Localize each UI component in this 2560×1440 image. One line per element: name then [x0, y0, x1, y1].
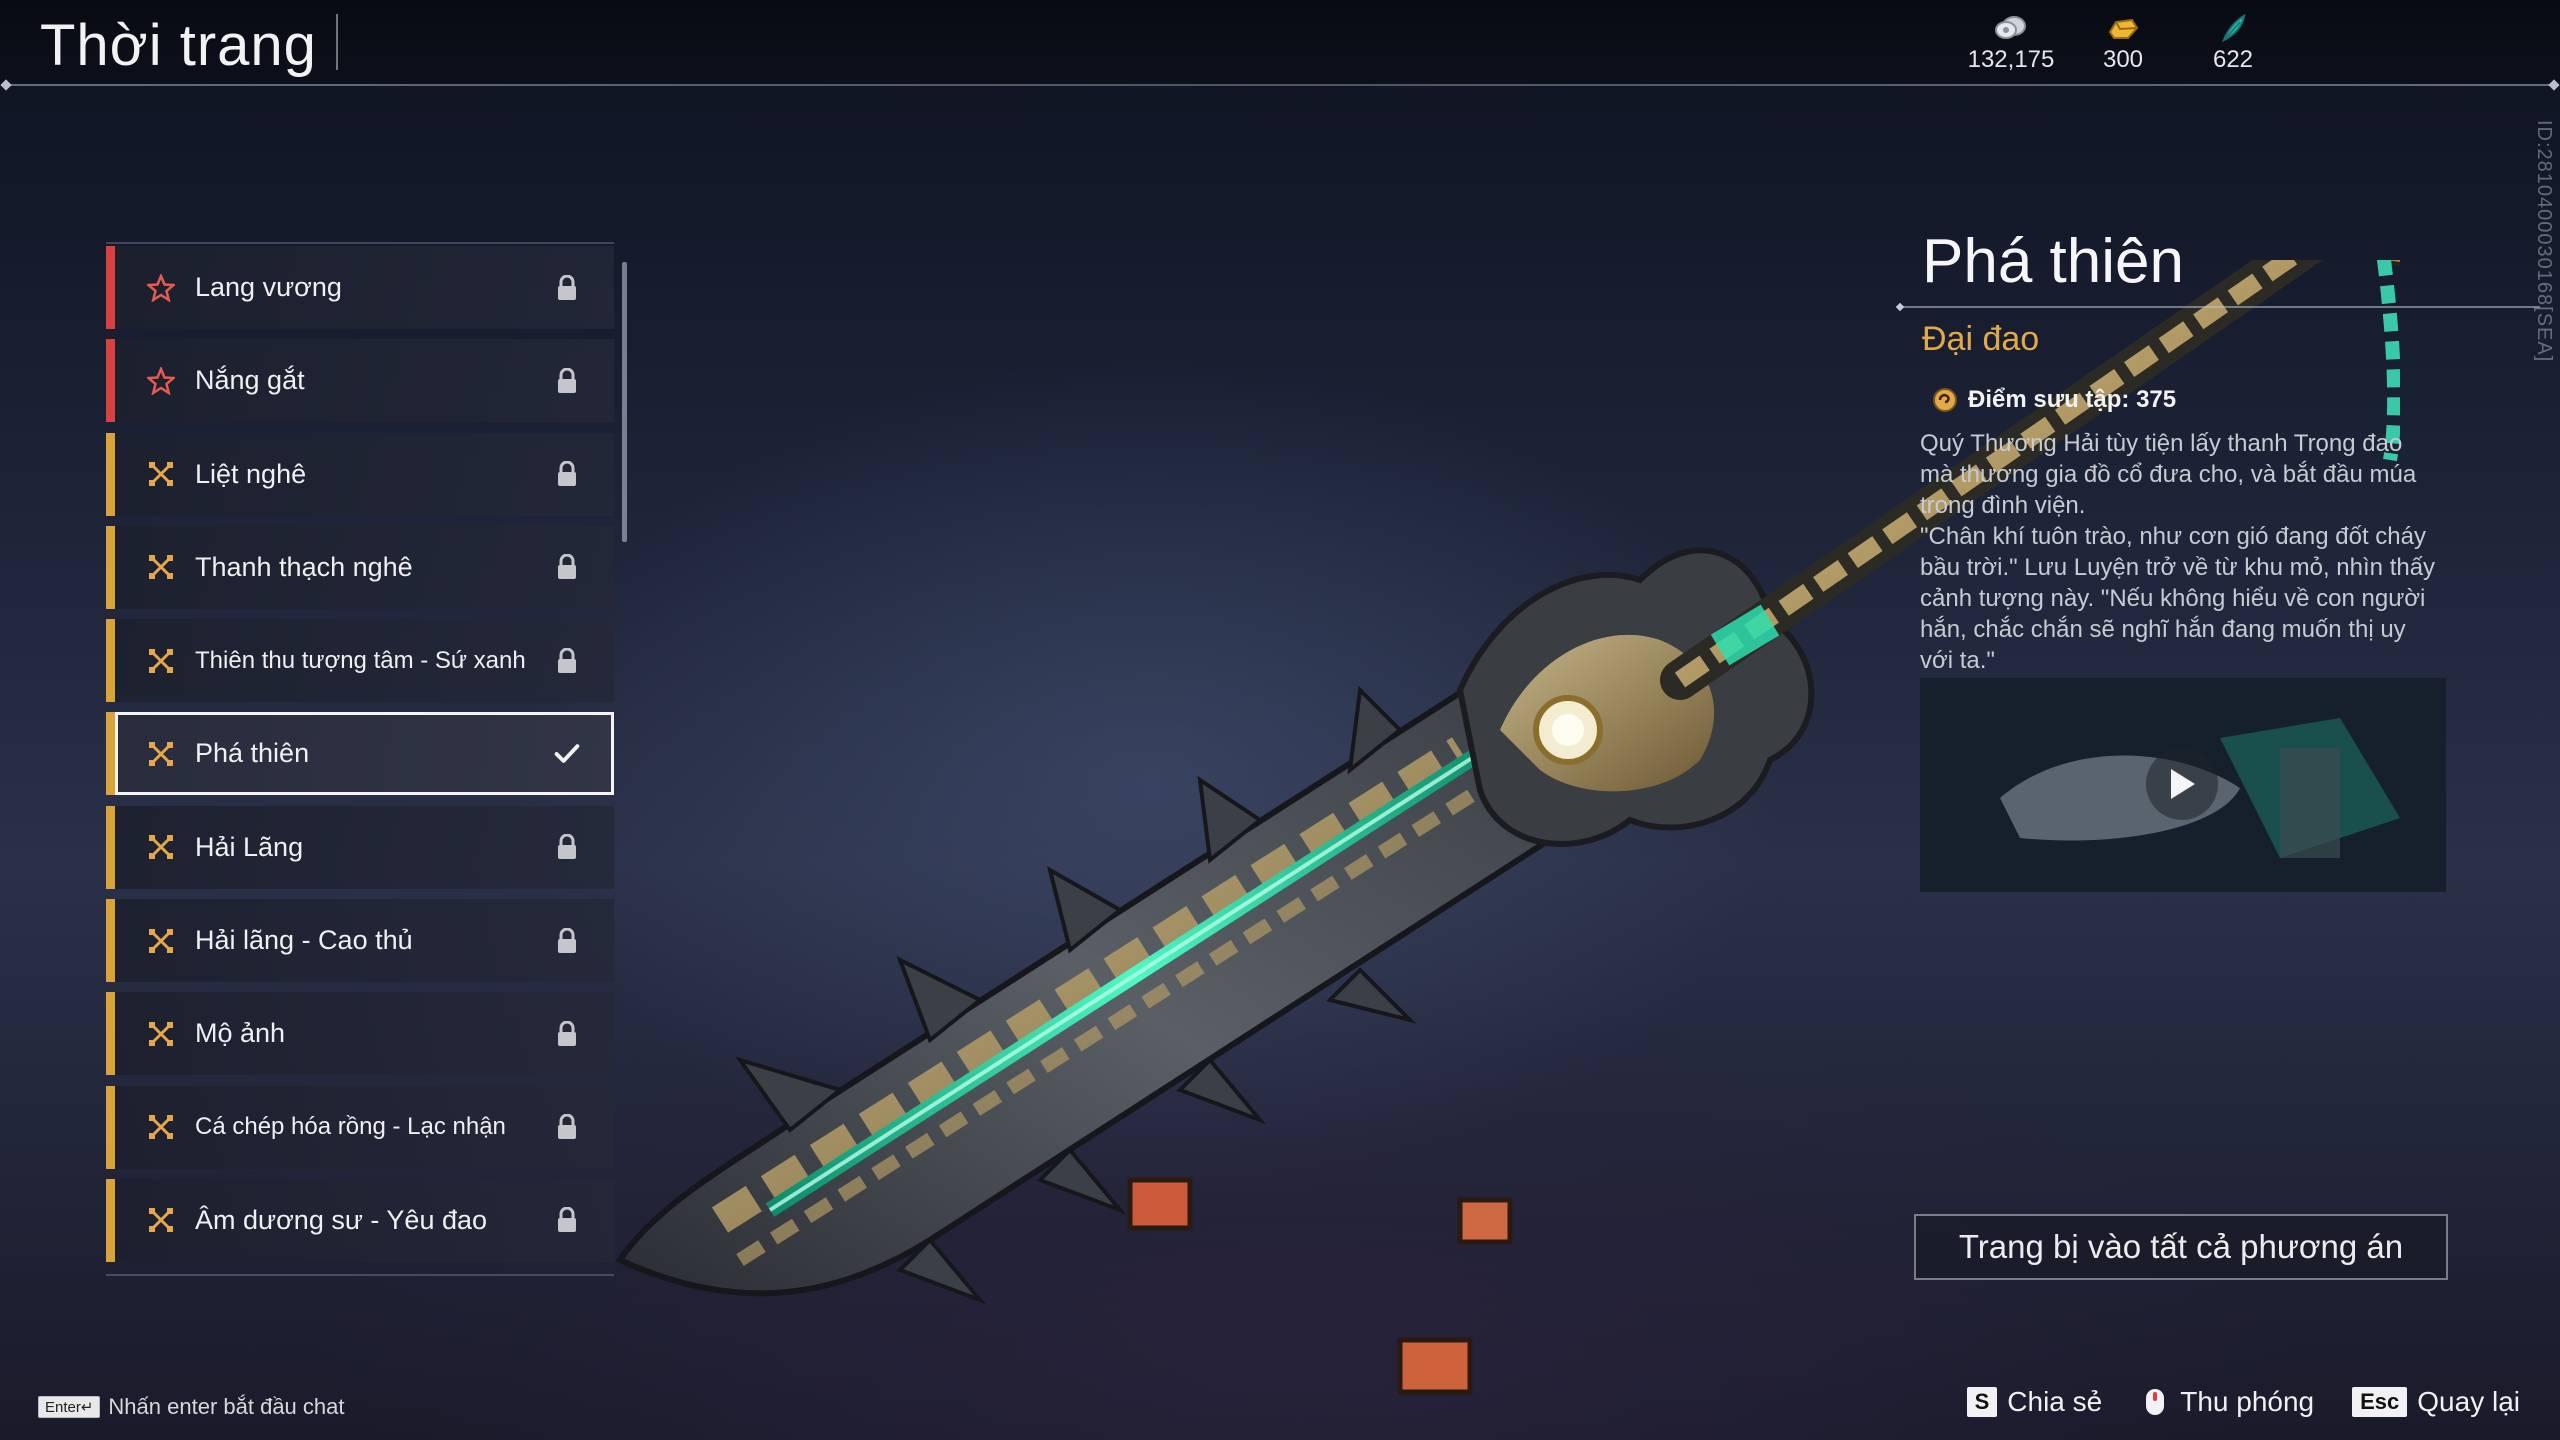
lock-icon [554, 552, 580, 582]
chat-hint-text: Nhấn enter bắt đầu chat [108, 1394, 345, 1419]
zoom-button[interactable]: Thu phóng [2140, 1386, 2314, 1418]
zoom-label: Thu phóng [2180, 1386, 2315, 1417]
lock-icon [554, 1112, 580, 1142]
crossed-blades-icon [145, 738, 177, 770]
collection-points-text: Điểm sưu tập: 375 [1968, 386, 2177, 413]
outfit-item[interactable]: Thiên thu tượng tâm - Sứ xanh [106, 619, 614, 703]
player-id: ID:2810400030168[SEA] [2533, 120, 2555, 363]
outfit-item-label: Hải lãng - Cao thủ [195, 925, 413, 956]
outfit-item-label: Lang vương [195, 272, 342, 302]
outfit-item[interactable]: Lang vương [106, 246, 614, 329]
currency-jade-value: 622 [2212, 46, 2254, 73]
outfit-item[interactable]: Hải Lãng [106, 805, 614, 889]
page-title: Thời trang [40, 13, 317, 78]
outfit-item-label: Phá thiên [195, 738, 310, 769]
outfit-item[interactable]: Cá chép hóa rồng - Lạc nhận [106, 1085, 614, 1169]
crossed-blades-icon [145, 1204, 177, 1236]
lock-icon [554, 1019, 580, 1049]
crossed-blades-icon [145, 925, 177, 957]
collection-points-icon [1933, 388, 1957, 412]
description-paragraph-1: Quý Thương Hải tùy tiện lấy thanh Trọng … [1920, 430, 2417, 519]
currency-gold[interactable]: 300 [2068, 14, 2178, 74]
outfit-item[interactable]: Mộ ảnh [106, 992, 614, 1076]
mouse-icon [2146, 1389, 2165, 1415]
star-icon [145, 365, 177, 397]
description-paragraph-2: "Chân khí tuôn trào, như cơn gió đang đố… [1920, 523, 2436, 674]
outfit-type: Đại đao [1922, 320, 2040, 358]
outfit-name: Phá thiên [1922, 227, 2184, 296]
outfit-item-label: Âm dương sư - Yêu đao [195, 1204, 488, 1235]
outfit-item[interactable]: Hải lãng - Cao thủ [106, 899, 614, 983]
currency-jade[interactable]: 622 [2178, 14, 2288, 74]
equip-all-button[interactable]: Trang bị vào tất cả phương án [1914, 1214, 2448, 1280]
esc-key: Esc [2352, 1387, 2408, 1417]
checkmark-icon [554, 739, 580, 769]
crossed-blades-icon [145, 645, 177, 677]
silver-coin-icon [1995, 16, 2026, 39]
outfit-item-label: Liệt nghê [195, 458, 307, 489]
outfit-item-label: Cá chép hóa rồng - Lạc nhận [195, 1113, 506, 1141]
top-bar-divider [8, 84, 2552, 86]
star-icon [145, 272, 177, 304]
crossed-blades-icon [145, 551, 177, 583]
outfit-item[interactable]: Âm dương sư - Yêu đao [106, 1178, 614, 1262]
crossed-blades-icon [145, 458, 177, 490]
outfit-item-label: Nắng gắt [195, 365, 305, 396]
share-label: Chia sẻ [2007, 1386, 2103, 1417]
outfit-item-label: Thanh thạch nghê [195, 551, 413, 582]
lock-icon [554, 1205, 580, 1235]
collection-points: Điểm sưu tập: 375 [1932, 386, 2176, 414]
lock-icon [554, 832, 580, 862]
crossed-blades-icon [145, 831, 177, 863]
outfit-name-divider [1900, 306, 2540, 308]
lock-icon [554, 646, 580, 676]
title-divider [336, 14, 338, 70]
lock-icon [554, 926, 580, 956]
jade-feather-icon [2222, 14, 2246, 42]
outfit-item[interactable]: Phá thiên [106, 712, 614, 796]
outfit-list[interactable]: Lang vương Nắng gắt Liệt nghê Thanh thạch n… [106, 246, 614, 1276]
outfit-item[interactable]: Thanh thạch nghê [106, 525, 614, 609]
play-icon[interactable] [2146, 748, 2218, 820]
preview-video[interactable] [1920, 678, 2446, 892]
outfit-item[interactable]: Liệt nghê [106, 432, 614, 516]
outfit-list-scrollbar[interactable] [622, 262, 627, 542]
gold-ingot-icon [2108, 18, 2139, 39]
lock-icon [554, 366, 580, 396]
crossed-blades-icon [145, 1018, 177, 1050]
share-button[interactable]: S Chia sẻ [1966, 1386, 2103, 1418]
currency-silver-value: 132,175 [1967, 46, 2055, 73]
outfit-description: Quý Thương Hải tùy tiện lấy thanh Trọng … [1920, 428, 2440, 676]
outfit-item[interactable]: Nắng gắt [106, 339, 614, 423]
share-key: S [1966, 1387, 1998, 1417]
outfit-item-label: Hải Lãng [195, 831, 304, 862]
outfit-item-label: Mộ ảnh [195, 1018, 286, 1049]
lock-icon [554, 459, 580, 489]
back-label: Quay lại [2417, 1386, 2520, 1417]
currency-gold-value: 300 [2102, 46, 2144, 73]
hotkey-bar: S Chia sẻ Thu phóng Esc Quay lại [1929, 1386, 2520, 1418]
lock-icon [554, 273, 580, 303]
crossed-blades-icon [145, 1111, 177, 1143]
chat-hint[interactable]: Enter↵ Nhấn enter bắt đầu chat [38, 1394, 344, 1420]
back-button[interactable]: Esc Quay lại [2352, 1386, 2520, 1418]
currency-silver[interactable]: 132,175 [1956, 14, 2066, 74]
enter-key: Enter↵ [38, 1396, 101, 1418]
outfit-item-label: Thiên thu tượng tâm - Sứ xanh [195, 646, 526, 674]
